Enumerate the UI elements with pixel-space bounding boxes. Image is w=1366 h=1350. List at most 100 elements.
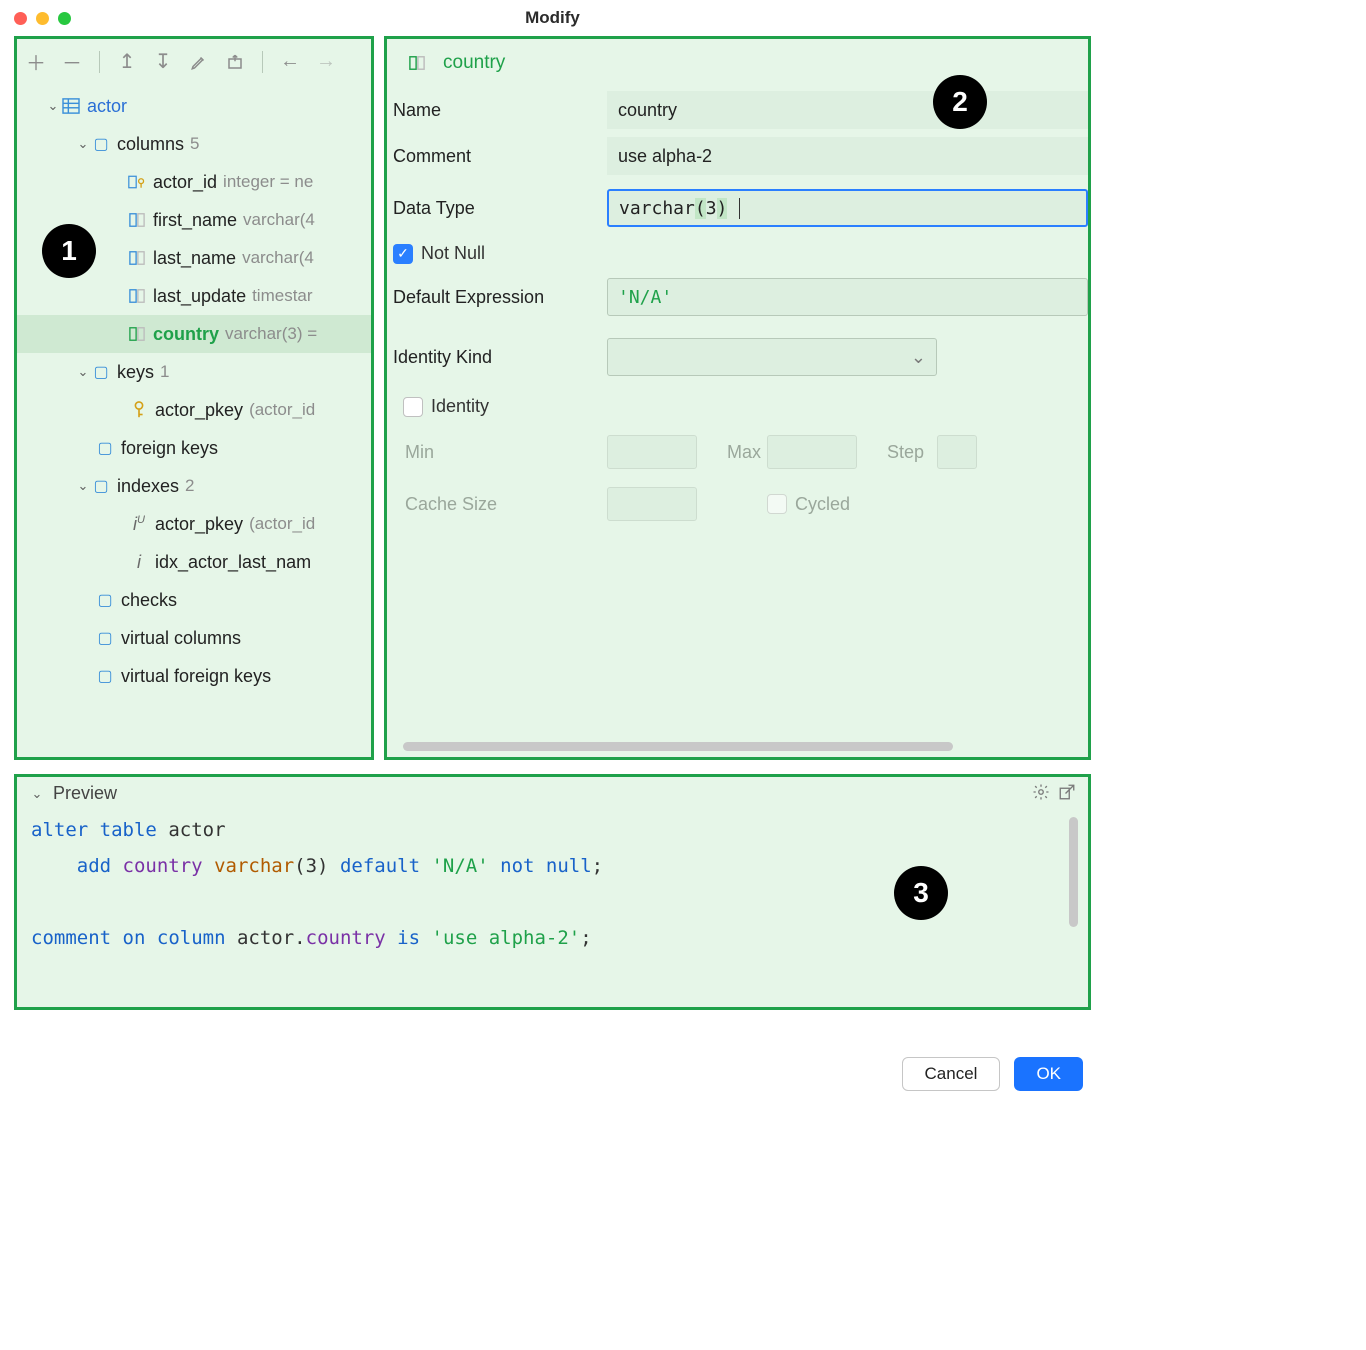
tree-label: last_update [153,286,246,307]
tree-node-virtual-foreign-keys[interactable]: ▢ virtual foreign keys [17,657,371,695]
dialog-footer: Cancel OK [902,1057,1083,1091]
column-icon [127,250,147,266]
tree-meta: varchar(4 [243,210,315,230]
details-title: country [443,52,505,74]
tree-meta: varchar(4 [242,248,314,268]
callout-2: 2 [933,75,987,129]
chevron-down-icon[interactable]: ⌄ [29,786,45,802]
tree-label: idx_actor_last_nam [155,552,311,573]
label-cycled: Cycled [795,494,850,515]
table-icon [61,98,81,114]
folder-icon: ▢ [91,362,111,382]
tree-row[interactable]: actor_pkey (actor_id [17,391,371,429]
default-expr-input[interactable]: 'N/A' [607,278,1088,316]
folder-icon: ▢ [95,590,115,610]
popout-icon[interactable] [1058,783,1076,806]
vertical-scrollbar[interactable] [1069,817,1078,927]
details-header: country [387,39,1088,87]
tree-label: virtual foreign keys [121,666,271,687]
tree-label: country [153,324,219,345]
tree-row[interactable]: iU actor_pkey (actor_id [17,505,371,543]
not-null-checkbox[interactable]: ✓ [393,244,413,264]
key-icon [129,401,149,419]
tree-label: actor_id [153,172,217,193]
label-identity-kind: Identity Kind [387,347,607,368]
details-panel: country Name country Comment use alpha-2… [384,36,1091,760]
tree-node-foreign-keys[interactable]: ▢ foreign keys [17,429,371,467]
tree-node-virtual-columns[interactable]: ▢ virtual columns [17,619,371,657]
tree-label: actor_pkey [155,400,243,421]
edit-icon[interactable] [190,53,208,71]
index-unique-icon: iU [129,514,149,535]
label-comment: Comment [387,146,607,167]
column-icon [127,212,147,228]
tree-label: keys [117,362,154,383]
cancel-button[interactable]: Cancel [902,1057,1001,1091]
step-input[interactable] [937,435,977,469]
tree-count: 2 [185,476,194,496]
tree-label: foreign keys [121,438,218,459]
structure-tree[interactable]: ⌄ actor ⌄ ▢ columns 5 actor_id integer =… [17,85,371,757]
tree-node-keys[interactable]: ⌄ ▢ keys 1 [17,353,371,391]
tree-meta: varchar(3) = [225,324,317,344]
column-icon [407,55,427,71]
ok-button[interactable]: OK [1014,1057,1083,1091]
identity-kind-dropdown[interactable]: ⌄ [607,338,937,376]
tree-node-indexes[interactable]: ⌄ ▢ indexes 2 [17,467,371,505]
label-default-expr: Default Expression [387,287,607,308]
folder-icon: ▢ [91,476,111,496]
tree-label: actor_pkey [155,514,243,535]
move-down-icon[interactable]: ↧ [154,49,172,74]
forward-icon[interactable]: → [317,50,335,73]
tree-row[interactable]: last_update timestar [17,277,371,315]
tree-meta: (actor_id [249,400,315,420]
tree-meta: integer = ne [223,172,313,192]
chevron-down-icon[interactable]: ⌄ [75,478,91,494]
folder-icon: ▢ [91,134,111,154]
label-name: Name [387,100,607,121]
tree-label: last_name [153,248,236,269]
label-identity: Identity [431,396,489,417]
tree-count: 1 [160,362,169,382]
tree-label: first_name [153,210,237,231]
tree-meta: (actor_id [249,514,315,534]
max-input[interactable] [767,435,857,469]
column-key-icon [127,174,147,190]
tree-label: actor [87,96,127,117]
label-max: Max [697,442,767,463]
folder-icon: ▢ [95,666,115,686]
chevron-down-icon[interactable]: ⌄ [75,136,91,152]
chevron-down-icon[interactable]: ⌄ [75,364,91,380]
tree-label: checks [121,590,177,611]
index-icon: i [129,552,149,573]
gear-icon[interactable] [1032,783,1050,806]
add-icon[interactable]: ＋ [27,47,45,76]
tree-node-checks[interactable]: ▢ checks [17,581,371,619]
tree-label: columns [117,134,184,155]
tree-row[interactable]: actor_id integer = ne [17,163,371,201]
data-type-input[interactable]: varchar(3) [607,189,1088,227]
identity-checkbox[interactable] [403,397,423,417]
horizontal-scrollbar[interactable] [403,742,953,751]
label-cache-size: Cache Size [387,494,607,515]
tree-node-table[interactable]: ⌄ actor [17,87,371,125]
tree-label: virtual columns [121,628,241,649]
move-up-icon[interactable]: ↥ [118,49,136,74]
tree-row-selected[interactable]: country varchar(3) = [17,315,371,353]
comment-input[interactable]: use alpha-2 [607,137,1088,175]
name-input[interactable]: country [607,91,1088,129]
cache-size-input[interactable] [607,487,697,521]
column-icon [127,288,147,304]
export-icon[interactable] [226,53,244,71]
chevron-down-icon[interactable]: ⌄ [45,98,61,114]
cycled-checkbox[interactable] [767,494,787,514]
tree-row[interactable]: i idx_actor_last_nam [17,543,371,581]
back-icon[interactable]: ← [281,50,299,73]
tree-count: 5 [190,134,199,154]
folder-icon: ▢ [95,628,115,648]
remove-icon[interactable]: － [63,47,81,76]
callout-3: 3 [894,866,948,920]
tree-node-columns[interactable]: ⌄ ▢ columns 5 [17,125,371,163]
tree-label: indexes [117,476,179,497]
min-input[interactable] [607,435,697,469]
